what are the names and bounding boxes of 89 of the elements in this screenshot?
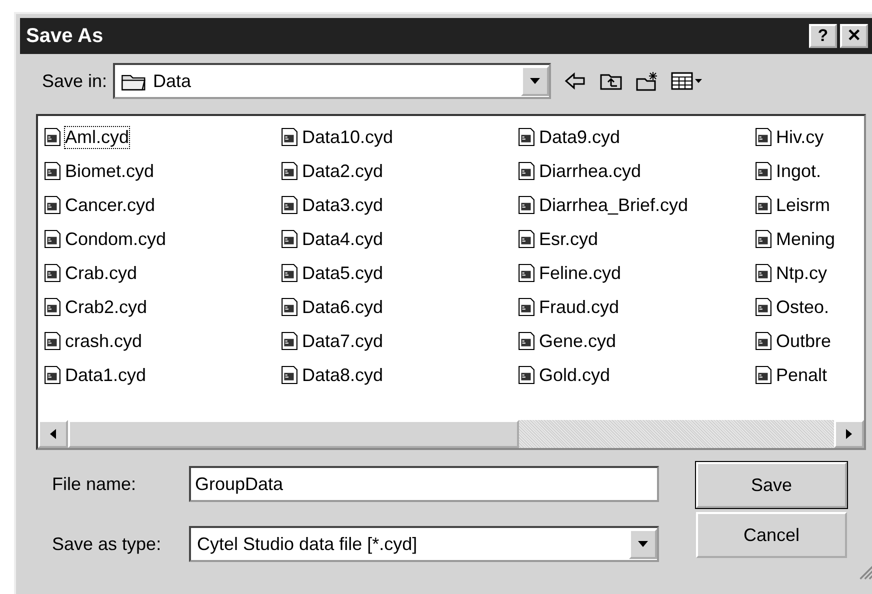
- horizontal-scrollbar[interactable]: [38, 420, 864, 448]
- file-name[interactable]: Condom.cyd: [65, 228, 166, 250]
- file-name[interactable]: Feline.cyd: [539, 262, 622, 284]
- down-triangle-icon: [638, 541, 648, 547]
- file-icon[interactable]: [281, 263, 298, 283]
- file-icon[interactable]: [44, 331, 61, 351]
- file-name[interactable]: Biomet.cyd: [65, 160, 154, 182]
- left-triangle-icon: [50, 429, 56, 439]
- file-icon[interactable]: [44, 229, 61, 249]
- file-name[interactable]: Diarrhea_Brief.cyd: [539, 194, 688, 216]
- file-name[interactable]: Mening: [776, 228, 836, 250]
- file-icon[interactable]: [518, 161, 535, 181]
- file-name[interactable]: Hiv.cy: [776, 126, 824, 148]
- back-arrow-icon[interactable]: [563, 71, 588, 91]
- file-name[interactable]: Data10.cyd: [302, 126, 394, 148]
- file-name[interactable]: Osteo.: [776, 296, 830, 318]
- save-in-dropdown[interactable]: Data: [113, 63, 552, 99]
- file-name[interactable]: Data4.cyd: [302, 228, 384, 250]
- save-as-type-dropdown[interactable]: Cytel Studio data file [*.cyd]: [189, 526, 659, 562]
- file-icon[interactable]: [755, 127, 772, 147]
- file-icon[interactable]: [44, 161, 61, 181]
- file-name[interactable]: Ingot.: [776, 160, 822, 182]
- file-icon[interactable]: [518, 229, 535, 249]
- close-button[interactable]: ✕: [840, 24, 868, 48]
- dropdown-button[interactable]: [521, 66, 550, 96]
- scroll-right-button[interactable]: [834, 420, 864, 448]
- file-icon[interactable]: [518, 195, 535, 215]
- file-name[interactable]: Gold.cyd: [539, 364, 610, 386]
- file-name[interactable]: Leisrm: [776, 194, 830, 216]
- file-name[interactable]: Diarrhea.cyd: [539, 160, 642, 182]
- file-name[interactable]: Gene.cyd: [539, 330, 616, 352]
- file-name-field[interactable]: GroupData: [189, 466, 659, 502]
- file-icon[interactable]: [281, 331, 298, 351]
- file-name[interactable]: Outbre: [776, 330, 832, 352]
- file-icon[interactable]: [518, 365, 535, 385]
- file-icon[interactable]: [518, 331, 535, 351]
- save-button[interactable]: Save: [696, 462, 847, 508]
- file-icon[interactable]: [44, 365, 61, 385]
- file-name[interactable]: Cancer.cyd: [65, 194, 156, 216]
- file-icon[interactable]: [281, 297, 298, 317]
- file-name[interactable]: Data5.cyd: [302, 262, 384, 284]
- file-name[interactable]: Crab2.cyd: [65, 296, 148, 318]
- file-name[interactable]: Esr.cyd: [539, 228, 598, 250]
- file-name[interactable]: Crab.cyd: [65, 262, 138, 284]
- file-icon[interactable]: [755, 195, 772, 215]
- file-icon[interactable]: [518, 127, 535, 147]
- file-name[interactable]: Data6.cyd: [302, 296, 384, 318]
- file-icon[interactable]: [755, 161, 772, 181]
- file-name[interactable]: Data9.cyd: [539, 126, 620, 148]
- file-icon[interactable]: [755, 263, 772, 283]
- file-icon[interactable]: [281, 127, 298, 147]
- file-icon[interactable]: [518, 297, 535, 317]
- file-name[interactable]: crash.cyd: [65, 330, 142, 352]
- file-name[interactable]: Ntp.cy: [776, 262, 828, 284]
- file-icon[interactable]: [44, 263, 61, 283]
- file-name[interactable]: Data7.cyd: [302, 330, 384, 352]
- file-icon[interactable]: [755, 331, 772, 351]
- save-as-type-label: Save as type:: [52, 534, 162, 554]
- scroll-thumb[interactable]: [68, 420, 519, 448]
- right-triangle-icon: [846, 429, 852, 439]
- scroll-left-button[interactable]: [38, 420, 68, 448]
- resize-grip-icon[interactable]: [858, 564, 872, 580]
- file-name[interactable]: Data2.cyd: [302, 160, 384, 182]
- view-menu-icon[interactable]: [671, 71, 704, 91]
- file-icon[interactable]: [755, 229, 772, 249]
- file-name[interactable]: Data8.cyd: [302, 364, 384, 386]
- down-triangle-icon: [530, 78, 540, 84]
- file-icon[interactable]: [44, 127, 61, 147]
- file-name[interactable]: Fraud.cyd: [539, 296, 620, 318]
- file-icon[interactable]: [755, 365, 772, 385]
- help-button[interactable]: ?: [809, 24, 837, 48]
- file-icon[interactable]: [518, 263, 535, 283]
- file-name[interactable]: Penalt: [776, 364, 828, 386]
- dropdown-button[interactable]: [629, 529, 657, 559]
- cancel-button[interactable]: Cancel: [696, 512, 847, 558]
- file-icon[interactable]: [755, 297, 772, 317]
- save-in-label: Save in:: [42, 70, 108, 92]
- file-icon[interactable]: [281, 229, 298, 249]
- file-icon[interactable]: [281, 161, 298, 181]
- file-name[interactable]: Data1.cyd: [65, 364, 146, 386]
- file-icon[interactable]: [44, 297, 61, 317]
- file-icon[interactable]: [281, 195, 298, 215]
- new-folder-icon[interactable]: [635, 71, 660, 91]
- window-title: Save As: [26, 24, 104, 48]
- file-icon[interactable]: [281, 365, 298, 385]
- file-name-label: File name:: [52, 474, 138, 494]
- file-name[interactable]: Aml.cyd: [65, 126, 130, 148]
- file-name[interactable]: Data3.cyd: [302, 194, 384, 216]
- file-icon[interactable]: [44, 195, 61, 215]
